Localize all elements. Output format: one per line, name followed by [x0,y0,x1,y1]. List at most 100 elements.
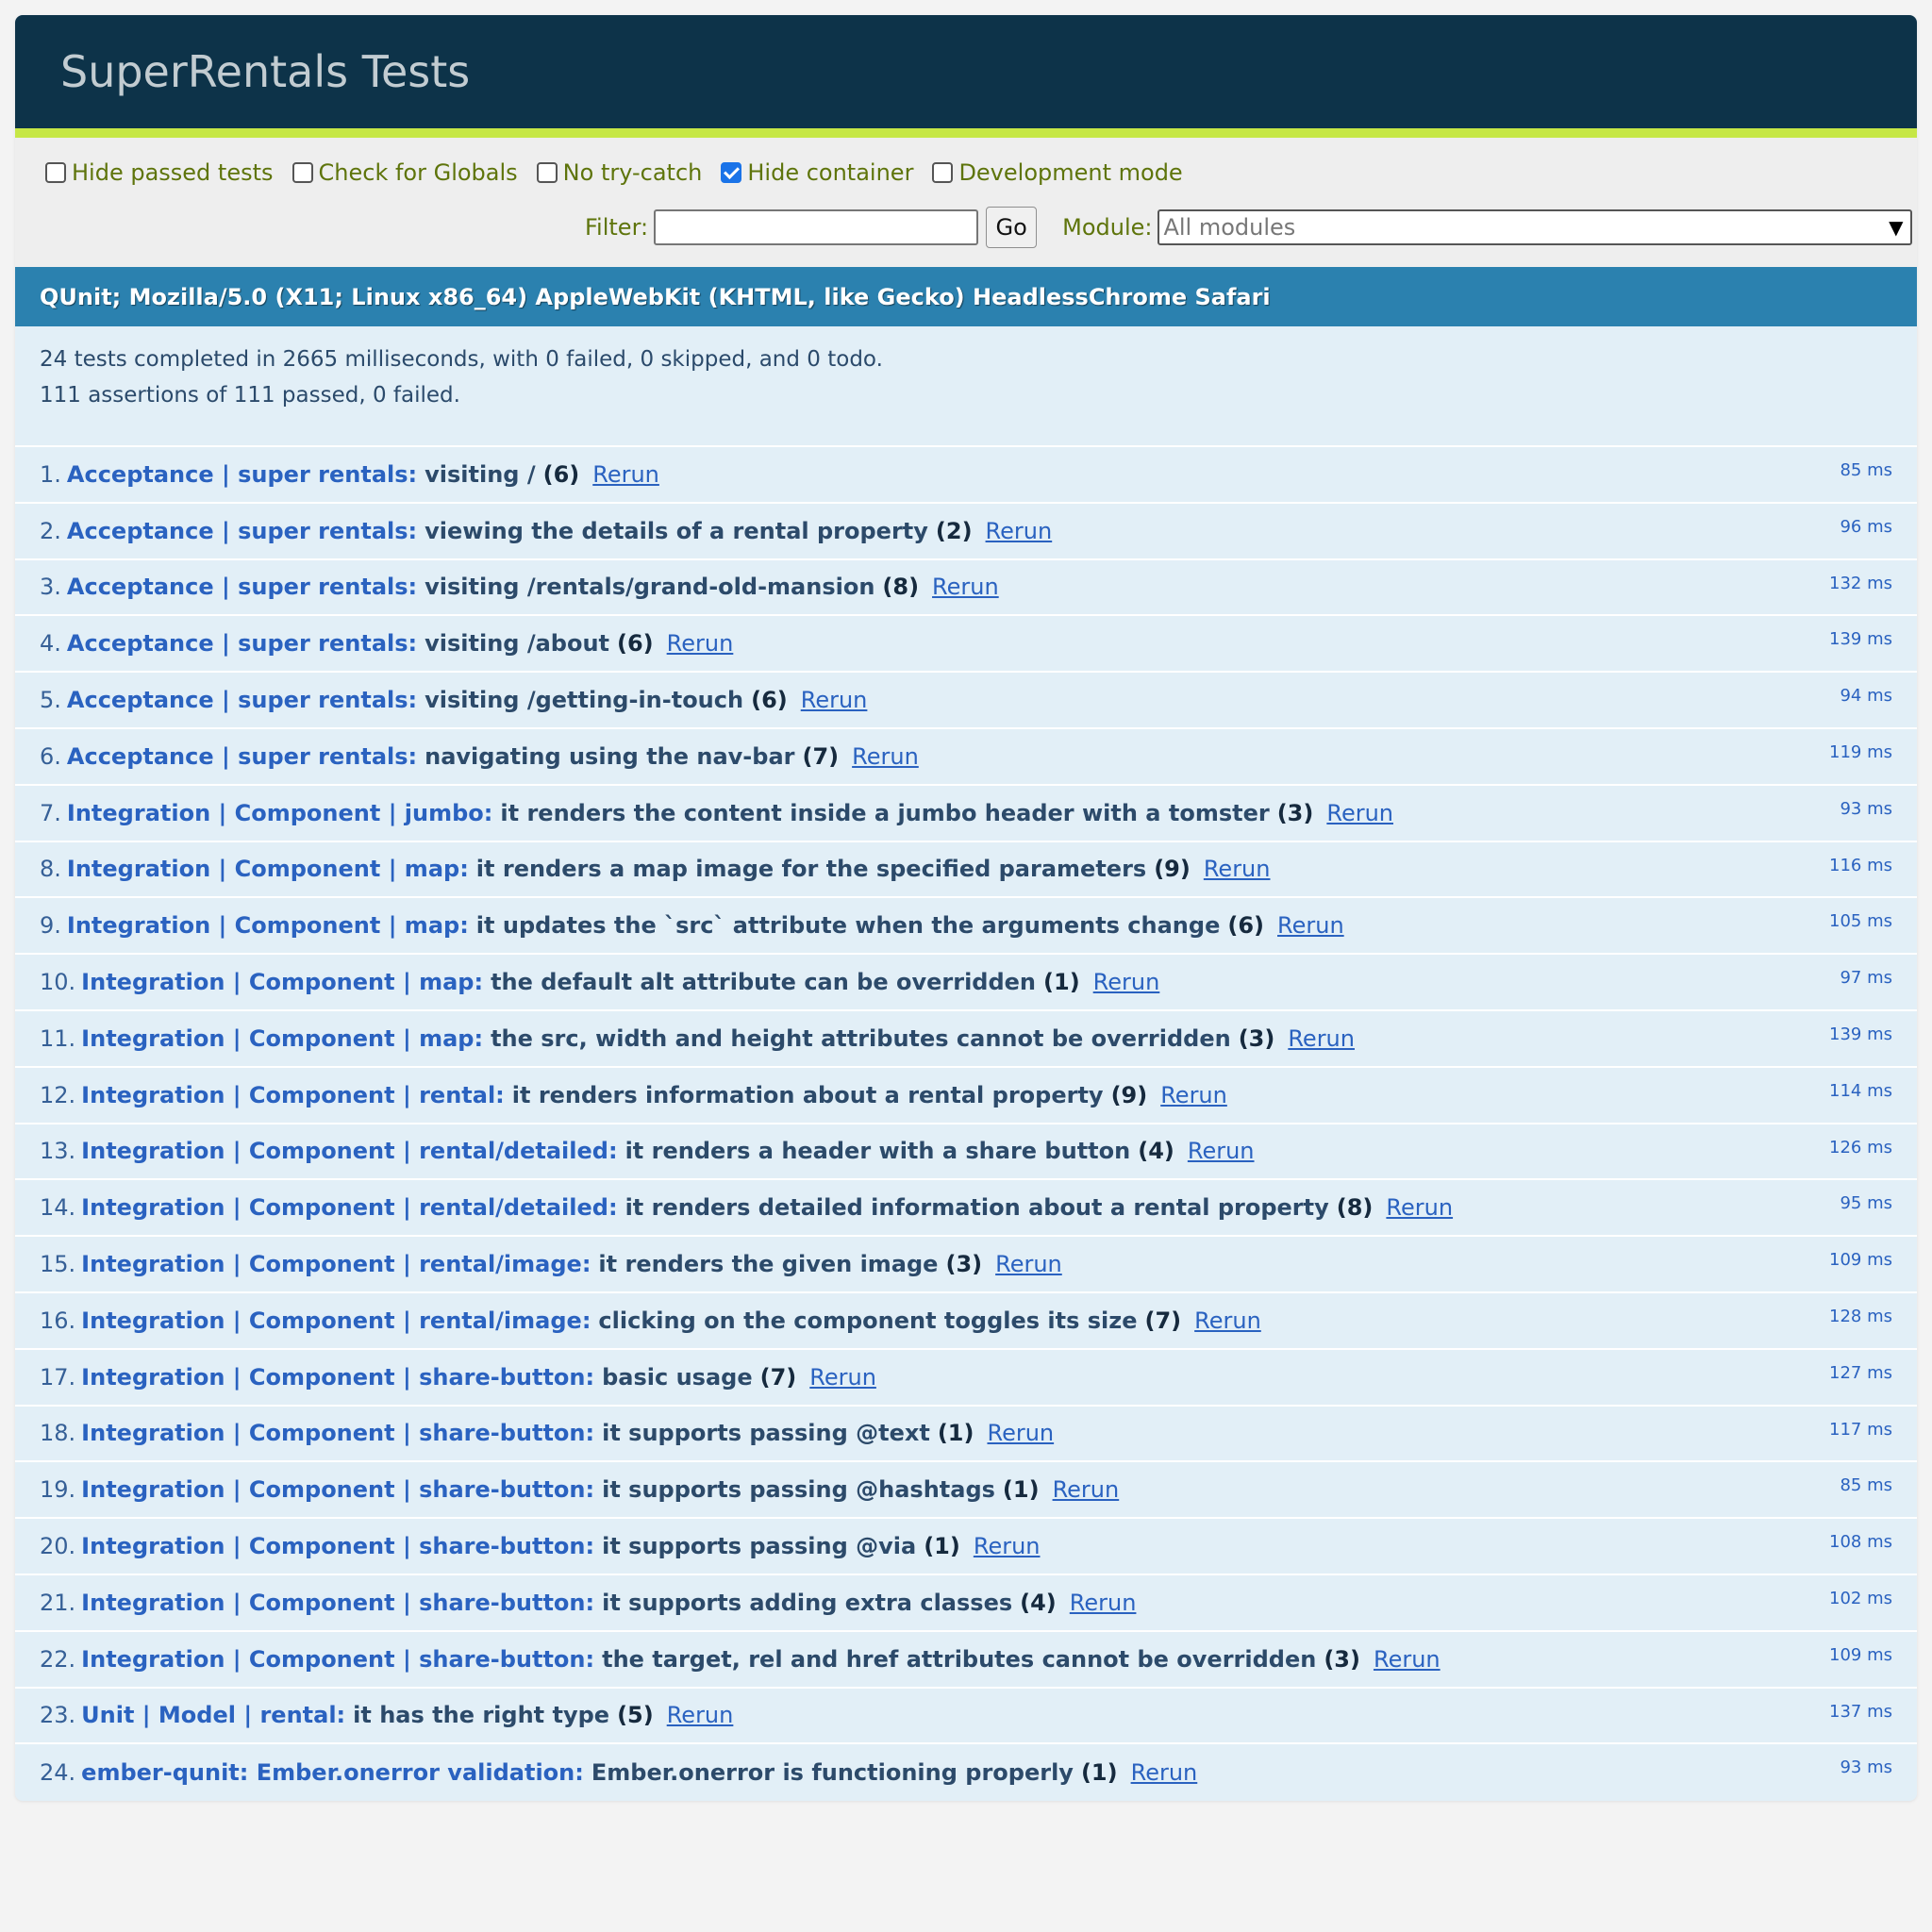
test-name[interactable]: it supports passing @hashtags [602,1476,995,1503]
rerun-link[interactable]: Rerun [986,518,1053,544]
rerun-link[interactable]: Rerun [1386,1194,1453,1221]
test-name[interactable]: it renders a header with a share button [625,1138,1131,1164]
test-runtime: 126 ms [1829,1137,1892,1158]
test-module-name[interactable]: Integration | Component | rental/detaile… [81,1194,617,1221]
test-module-name[interactable]: Integration | Component | share-button: [81,1590,594,1616]
test-module-name[interactable]: Integration | Component | share-button: [81,1533,594,1559]
rerun-link[interactable]: Rerun [667,1702,734,1728]
checkbox[interactable] [536,162,558,183]
test-name[interactable]: the default alt attribute can be overrid… [491,969,1036,995]
test-item: 6. Acceptance | super rentals: navigating … [15,729,1917,786]
test-name[interactable]: it supports passing @via [602,1533,916,1559]
rerun-link[interactable]: Rerun [667,630,734,657]
rerun-link[interactable]: Rerun [852,743,919,770]
test-name[interactable]: viewing the details of a rental property [425,518,928,544]
test-number: 12. [40,1081,76,1108]
test-name[interactable]: it renders information about a rental pr… [512,1082,1104,1108]
rerun-link[interactable]: Rerun [1194,1307,1261,1334]
test-name[interactable]: visiting /getting-in-touch [425,687,743,713]
summary-line-tests: 24 tests completed in 2665 milliseconds,… [40,347,883,372]
test-name[interactable]: it renders the given image [598,1251,938,1277]
rerun-link[interactable]: Rerun [809,1364,876,1391]
test-module-name[interactable]: Integration | Component | rental/detaile… [81,1138,617,1164]
test-module-name[interactable]: Integration | Component | share-button: [81,1364,594,1391]
test-name[interactable]: the target, rel and href attributes cann… [602,1646,1316,1673]
option-hide-passed-tests[interactable]: Hide passed tests [45,159,274,186]
test-module-name[interactable]: Unit | Model | rental: [81,1702,345,1728]
rerun-link[interactable]: Rerun [1204,856,1271,882]
test-module-name[interactable]: Integration | Component | map: [81,1025,483,1052]
test-number: 2. [40,517,61,544]
rerun-link[interactable]: Rerun [1188,1138,1255,1164]
test-module-name[interactable]: Integration | Component | map: [67,912,469,939]
option-label: Check for Globals [318,159,518,186]
rerun-link[interactable]: Rerun [592,461,659,488]
rerun-link[interactable]: Rerun [974,1533,1041,1559]
rerun-link[interactable]: Rerun [987,1420,1054,1446]
test-module-name[interactable]: Integration | Component | rental/image: [81,1251,591,1277]
test-assertion-count: (5) [617,1702,654,1729]
test-name[interactable]: clicking on the component toggles its si… [598,1307,1137,1334]
test-item: 18. Integration | Component | share-butto… [15,1407,1917,1463]
checkbox[interactable] [45,162,66,183]
test-name[interactable]: it supports passing @text [602,1420,930,1446]
test-module-name[interactable]: Acceptance | super rentals: [67,630,417,657]
test-line: 5. Acceptance | super rentals: visiting /g… [40,687,867,713]
rerun-link[interactable]: Rerun [1288,1025,1355,1052]
test-runtime: 128 ms [1829,1306,1892,1326]
test-name[interactable]: visiting /rentals/grand-old-mansion [425,574,874,600]
test-name[interactable]: basic usage [602,1364,753,1391]
option-check-for-globals[interactable]: Check for Globals [291,159,518,186]
test-name[interactable]: it updates the `src` attribute when the … [476,912,1221,939]
test-name[interactable]: visiting /about [425,630,609,657]
test-module-name[interactable]: Acceptance | super rentals: [67,461,417,488]
test-module-name[interactable]: Integration | Component | map: [81,969,483,995]
test-line: 1. Acceptance | super rentals: visiting / (… [40,461,659,488]
test-name[interactable]: it supports adding extra classes [602,1590,1012,1616]
rerun-link[interactable]: Rerun [1131,1759,1198,1786]
test-name[interactable]: the src, width and height attributes can… [491,1025,1231,1052]
rerun-link[interactable]: Rerun [995,1251,1062,1277]
test-name[interactable]: it renders detailed information about a … [625,1194,1329,1221]
test-module-name[interactable]: Acceptance | super rentals: [67,574,417,600]
test-name[interactable]: Ember.onerror is functioning properly [591,1759,1074,1786]
rerun-link[interactable]: Rerun [1277,912,1344,939]
option-no-try-catch[interactable]: No try-catch [536,159,702,186]
rerun-link[interactable]: Rerun [1070,1590,1137,1616]
test-module-name[interactable]: Integration | Component | share-button: [81,1476,594,1503]
rerun-link[interactable]: Rerun [1326,800,1393,826]
go-button[interactable]: Go [986,207,1038,248]
test-module-name[interactable]: Integration | Component | share-button: [81,1646,594,1673]
test-module-name[interactable]: ember-qunit: Ember.onerror validation: [81,1759,584,1786]
test-name[interactable]: visiting / [425,461,535,488]
rerun-link[interactable]: Rerun [1374,1646,1441,1673]
rerun-link[interactable]: Rerun [801,687,868,713]
test-name[interactable]: it renders a map image for the specified… [476,856,1146,882]
test-runtime: 105 ms [1829,911,1892,932]
rerun-link[interactable]: Rerun [1160,1082,1227,1108]
rerun-link[interactable]: Rerun [932,574,999,600]
test-module-name[interactable]: Acceptance | super rentals: [67,743,417,770]
checkbox[interactable] [291,162,313,183]
test-module-name[interactable]: Integration | Component | rental/image: [81,1307,591,1334]
test-name[interactable]: it renders the content inside a jumbo he… [500,800,1269,826]
test-module-name[interactable]: Integration | Component | rental: [81,1082,505,1108]
test-module-name[interactable]: Integration | Component | map: [67,856,469,882]
test-module-name[interactable]: Integration | Component | jumbo: [67,800,493,826]
checkbox[interactable] [932,162,954,183]
test-module-name[interactable]: Acceptance | super rentals: [67,518,417,544]
test-runtime: 95 ms [1840,1193,1892,1214]
checkbox[interactable] [721,162,742,183]
test-module-name[interactable]: Integration | Component | share-button: [81,1420,594,1446]
option-development-mode[interactable]: Development mode [932,159,1183,186]
test-name[interactable]: it has the right type [353,1702,609,1728]
rerun-link[interactable]: Rerun [1053,1476,1120,1503]
test-name[interactable]: navigating using the nav-bar [425,743,794,770]
rerun-link[interactable]: Rerun [1093,969,1160,995]
option-label: Development mode [958,159,1183,186]
filter-input[interactable] [654,209,979,245]
option-hide-container[interactable]: Hide container [721,159,913,186]
module-select[interactable]: All modules ▼ [1158,209,1913,245]
qunit-container: SuperRentals Tests Hide passed tests Chec… [15,15,1917,1802]
test-module-name[interactable]: Acceptance | super rentals: [67,687,417,713]
